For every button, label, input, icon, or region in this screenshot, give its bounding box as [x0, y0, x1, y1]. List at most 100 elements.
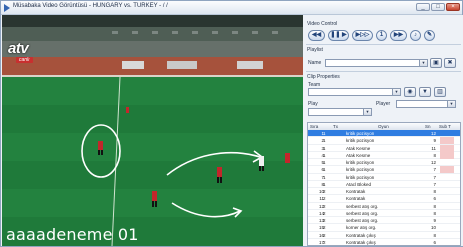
chevron-down-icon: ▼ [447, 101, 455, 107]
team-select[interactable]: ▼ [308, 88, 401, 96]
cell-sub-mark [440, 224, 454, 231]
cell-sn: 7 [433, 181, 436, 187]
clip-properties-label: Clip Properties [307, 74, 340, 80]
header-sub[interactable]: Sub T [439, 123, 451, 130]
video-player[interactable]: atv canlı aaaadeneme 01 [2, 15, 303, 246]
play-pause-button[interactable]: ❚❚ ▶ [328, 30, 349, 41]
player-select[interactable]: ▼ [396, 100, 456, 108]
target-button[interactable]: ◉ [404, 87, 416, 97]
table-row[interactable]: 17 2 Kontratak çıkış 6 [308, 239, 460, 245]
rewind-button[interactable]: ◀◀ [308, 30, 325, 41]
cell-sira: 15 [318, 225, 324, 231]
chevron-down-icon: ▼ [419, 60, 427, 66]
cell-sira: 17 [318, 239, 324, 245]
table-row[interactable]: 11 2 Kontratak 6 [308, 195, 460, 203]
rewind-icon: ◀◀ [311, 32, 322, 38]
cell-oyun: kritik pozisyon [346, 160, 375, 165]
play-logo-icon [4, 4, 10, 12]
close-button[interactable]: × [446, 3, 460, 11]
cell-sub-mark [440, 137, 454, 145]
app-window: Müsabaka Video Görüntüsü - HUNGARY vs. T… [0, 0, 463, 247]
title-bar[interactable]: Müsabaka Video Görüntüsü - HUNGARY vs. T… [1, 1, 462, 15]
table-row[interactable]: 2 1 kritik pozisyon 9 [308, 137, 460, 145]
cell-sub-mark [440, 130, 454, 137]
table-row[interactable]: 13 2 serbest atış org. 9 [308, 217, 460, 225]
save-playlist-button[interactable]: ▣ [430, 58, 442, 68]
name-label: Name [308, 60, 322, 66]
cell-oyun: kritik pozisyon [346, 138, 375, 144]
cell-sira: 4 [321, 152, 324, 158]
delete-playlist-button[interactable]: ✖ [444, 58, 456, 68]
play-pause-icon: ❚❚ ▶ [330, 32, 347, 38]
cell-sira: 6 [321, 167, 324, 173]
header-tx[interactable]: Tx [333, 123, 338, 130]
table-row[interactable]: 10 2 Kontratak 8 [308, 188, 460, 196]
cell-sira: 10 [318, 189, 324, 194]
table-row[interactable]: 7 1 kritik pozisyon 7 [308, 174, 460, 181]
cell-sira: 5 [321, 160, 324, 165]
step-forward-button[interactable]: ▶▷▷ [352, 30, 373, 41]
table-row[interactable]: 5 1 kritik pozisyon 12 [308, 159, 460, 167]
table-row[interactable]: 1 1 kritik pozisyon 12 [308, 130, 460, 138]
channel-logo-text: atv [8, 40, 29, 57]
maximize-button[interactable]: □ [431, 3, 445, 11]
cell-sn: 8 [433, 203, 436, 209]
cell-sub-mark [440, 174, 454, 181]
minimize-button[interactable]: _ [416, 3, 430, 11]
cell-sn: 6 [433, 239, 436, 245]
volume-button[interactable]: ♪ [410, 30, 421, 41]
filter-button[interactable]: ▼ [419, 87, 431, 97]
header-sn[interactable]: Sn [425, 123, 431, 130]
pen-button[interactable]: ✎ [424, 30, 435, 41]
cell-tx: 2 [323, 203, 326, 209]
cell-sub-mark [440, 210, 454, 217]
table-row[interactable]: 16 2 Kontratak çıkış 8 [308, 232, 460, 239]
cell-sira: 3 [321, 145, 324, 151]
cell-sn: 8 [433, 152, 436, 158]
cell-tx: 1 [323, 145, 326, 151]
player-label: Player [376, 101, 391, 107]
cell-sub-mark [440, 144, 454, 152]
play-label: Play [308, 101, 318, 107]
header-oyun[interactable]: Oyun [378, 123, 389, 130]
table-row[interactable]: 6 1 kritik pozisyon 7 [308, 166, 460, 174]
cell-sn: 6 [433, 196, 436, 202]
play-select[interactable]: ▼ [308, 108, 372, 116]
table-row[interactable]: 15 2 korner atış org. 10 [308, 224, 460, 232]
cell-sn: 8 [433, 189, 436, 194]
cell-sira: 1 [321, 131, 324, 136]
table-row[interactable]: 14 2 serbest atış org. 8 [308, 210, 460, 217]
cell-oyun: kritik pozisyon [346, 167, 375, 173]
cell-sn: 8 [433, 210, 436, 216]
table-row[interactable]: 3 1 Atak Kesme 11 [308, 144, 460, 152]
cell-sira: 11 [319, 196, 324, 202]
cell-sn: 9 [433, 218, 436, 223]
cell-tx: 2 [323, 196, 326, 202]
match-frame [2, 15, 303, 246]
cell-sub-mark [440, 217, 454, 224]
cell-oyun: Atak Kesme [346, 145, 371, 151]
cell-sn: 12 [430, 131, 436, 136]
cell-sira: 8 [321, 181, 324, 187]
name-select[interactable]: ▼ [325, 59, 428, 67]
cell-tx: 2 [323, 239, 326, 245]
cell-sub-mark [440, 203, 454, 210]
header-sira[interactable]: Sıra [310, 123, 318, 130]
fast-forward-icon: ▶▶ [393, 32, 404, 38]
pen-icon: ✎ [426, 32, 433, 38]
cell-sira: 14 [318, 210, 324, 216]
control-panel: Video Control ◀◀ ❚❚ ▶ ▶▷▷ 1 ▶▶ ♪ ✎ Playl… [306, 15, 463, 246]
trash-button[interactable]: ▥ [434, 87, 446, 97]
speed-button[interactable]: 1 [376, 30, 387, 41]
table-row[interactable]: 8 1 Atacl Bloked 7 [308, 181, 460, 188]
table-row[interactable]: 4 1 Atak Kesme 8 [308, 151, 460, 159]
cell-sn: 12 [430, 160, 436, 165]
chevron-down-icon: ▼ [392, 89, 400, 95]
table-row[interactable]: 12 2 serbest atış org. 8 [308, 203, 460, 210]
save-icon: ▣ [433, 60, 439, 66]
clip-table[interactable]: Sıra Tx Oyun Sn Sub T 1 1 kritik pozisyon 1… [307, 122, 461, 246]
cell-oyun: korner atış org. [346, 225, 377, 231]
cell-tx: 2 [323, 232, 326, 238]
fast-forward-button[interactable]: ▶▶ [390, 30, 407, 41]
cell-sn: 7 [433, 167, 436, 173]
